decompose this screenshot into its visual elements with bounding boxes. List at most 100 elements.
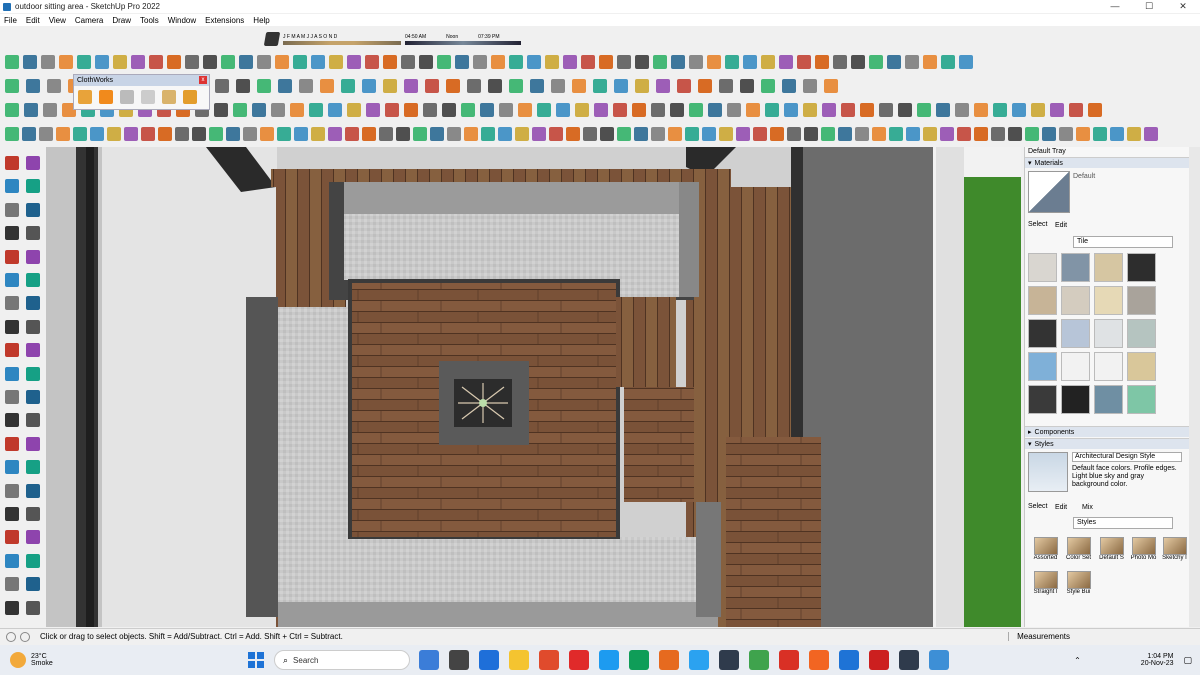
toolbar-tool-icon[interactable] [537, 103, 551, 117]
toolbar-tool-icon[interactable] [651, 103, 665, 117]
toolbar-tool-icon[interactable] [599, 55, 613, 69]
toolbar-tool-icon[interactable] [869, 55, 883, 69]
toolbar-tool-icon[interactable] [923, 55, 937, 69]
material-swatch[interactable] [1061, 319, 1090, 348]
toolbar-tool-icon[interactable] [824, 79, 838, 93]
toolbar-tool-icon[interactable] [887, 55, 901, 69]
toolbar-tool-icon[interactable] [689, 55, 703, 69]
toolbar-tool-icon[interactable] [480, 103, 494, 117]
toolbar-tool-icon[interactable] [209, 127, 223, 141]
material-swatch[interactable] [1127, 385, 1156, 414]
toolbar-tool-icon[interactable] [192, 127, 206, 141]
toolbar-tool-icon[interactable] [383, 55, 397, 69]
toolbar-tool-icon[interactable] [467, 79, 481, 93]
material-swatch[interactable] [1094, 385, 1123, 414]
toolbar-tool-icon[interactable] [770, 127, 784, 141]
toolbar-tool-icon[interactable] [1069, 103, 1083, 117]
toolbar-tool-icon[interactable] [974, 103, 988, 117]
taskbar-search[interactable]: ⌕ Search [274, 650, 410, 670]
toolbar-tool-icon[interactable] [26, 79, 40, 93]
menu-help[interactable]: Help [253, 16, 269, 25]
toolbar-tool-icon[interactable] [959, 55, 973, 69]
toolbar-tool-icon[interactable] [1093, 127, 1107, 141]
large-tool-icon[interactable] [5, 413, 19, 428]
menu-edit[interactable]: Edit [26, 16, 40, 25]
toolbar-tool-icon[interactable] [24, 103, 38, 117]
toolbar-tool-icon[interactable] [1059, 127, 1073, 141]
style-thumb[interactable]: Straight l [1030, 569, 1061, 600]
taskbar-app-icon[interactable] [659, 650, 679, 670]
taskbar-app-icon[interactable] [419, 650, 439, 670]
toolbar-tool-icon[interactable] [653, 55, 667, 69]
toolbar-tool-icon[interactable] [1008, 127, 1022, 141]
toolbar-tool-icon[interactable] [651, 127, 665, 141]
toolbar-tool-icon[interactable] [455, 55, 469, 69]
large-tool-icon[interactable] [26, 507, 40, 521]
toolbar-tool-icon[interactable] [107, 127, 121, 141]
styles-header[interactable]: ▾ Styles [1025, 438, 1190, 449]
large-tool-icon[interactable] [5, 343, 19, 358]
toolbar-tool-icon[interactable] [141, 127, 155, 141]
toolbar-tool-icon[interactable] [708, 103, 722, 117]
toolbar-tool-icon[interactable] [787, 127, 801, 141]
cloth-play-icon[interactable] [78, 90, 92, 104]
large-tool-icon[interactable] [26, 483, 40, 498]
toolbar-tool-icon[interactable] [236, 79, 250, 93]
toolbar-tool-icon[interactable] [707, 55, 721, 69]
toolbar-tool-icon[interactable] [260, 127, 274, 141]
toolbar-tool-icon[interactable] [299, 79, 313, 93]
toolbar-tool-icon[interactable] [423, 103, 437, 117]
toolbar-tool-icon[interactable] [740, 79, 754, 93]
toolbar-tool-icon[interactable] [158, 127, 172, 141]
toolbar-tool-icon[interactable] [278, 79, 292, 93]
menu-tools[interactable]: Tools [140, 16, 159, 25]
large-tool-icon[interactable] [26, 366, 40, 381]
large-tool-icon[interactable] [5, 507, 19, 521]
toolbar-tool-icon[interactable] [341, 79, 355, 93]
toolbar-tool-icon[interactable] [527, 55, 541, 69]
large-tool-icon[interactable] [26, 577, 40, 592]
toolbar-tool-icon[interactable] [473, 55, 487, 69]
toolbar-tool-icon[interactable] [957, 127, 971, 141]
tray-overflow-icon[interactable]: ⌃ [1074, 656, 1081, 665]
toolbar-tool-icon[interactable] [803, 103, 817, 117]
large-tool-icon[interactable] [5, 366, 19, 381]
toolbar-tool-icon[interactable] [461, 103, 475, 117]
large-tool-icon[interactable] [26, 600, 40, 615]
weather-icon[interactable] [10, 652, 26, 668]
material-swatch[interactable] [1127, 352, 1156, 381]
large-tool-icon[interactable] [26, 460, 40, 475]
toolbar-tool-icon[interactable] [572, 79, 586, 93]
toolbar-tool-icon[interactable] [56, 127, 70, 141]
toolbar-tool-icon[interactable] [782, 79, 796, 93]
toolbar-tool-icon[interactable] [594, 103, 608, 117]
toolbar-tool-icon[interactable] [233, 103, 247, 117]
toolbar-tool-icon[interactable] [243, 127, 257, 141]
minimize-button[interactable]: — [1098, 1, 1132, 12]
toolbar-tool-icon[interactable] [311, 127, 325, 141]
toolbar-tool-icon[interactable] [22, 127, 36, 141]
toolbar-tool-icon[interactable] [430, 127, 444, 141]
material-swatch[interactable] [1127, 319, 1156, 348]
toolbar-tool-icon[interactable] [677, 79, 691, 93]
toolbar-tool-icon[interactable] [214, 103, 228, 117]
toolbar-tool-icon[interactable] [481, 127, 495, 141]
toolbar-tool-icon[interactable] [940, 127, 954, 141]
styles-library-select[interactable]: Styles [1073, 517, 1173, 529]
toolbar-tool-icon[interactable] [329, 55, 343, 69]
toolbar-tool-icon[interactable] [955, 103, 969, 117]
taskbar-app-icon[interactable] [449, 650, 469, 670]
toolbar-tool-icon[interactable] [379, 127, 393, 141]
toolbar-tool-icon[interactable] [898, 103, 912, 117]
toolbar-tool-icon[interactable] [1031, 103, 1045, 117]
large-tool-icon[interactable] [26, 226, 40, 241]
toolbar-tool-icon[interactable] [685, 127, 699, 141]
material-swatch[interactable] [1061, 253, 1090, 282]
toolbar-tool-icon[interactable] [309, 103, 323, 117]
large-tool-icon[interactable] [26, 530, 40, 545]
toolbar-tool-icon[interactable] [583, 127, 597, 141]
toolbar-tool-icon[interactable] [47, 79, 61, 93]
taskbar-app-icon[interactable] [719, 650, 739, 670]
toolbar-tool-icon[interactable] [549, 127, 563, 141]
toolbar-tool-icon[interactable] [290, 103, 304, 117]
